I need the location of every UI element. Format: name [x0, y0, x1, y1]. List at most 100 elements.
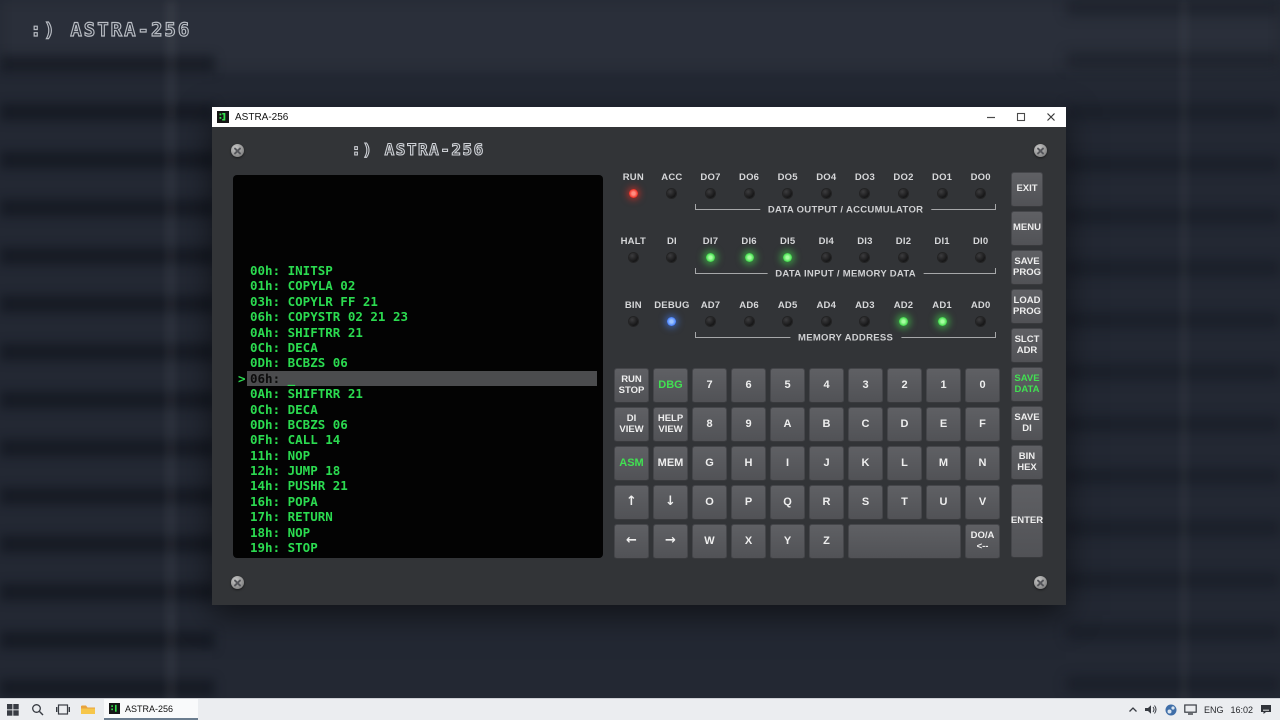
key-asm[interactable]: ASM: [614, 446, 649, 481]
maximize-icon: [1016, 112, 1026, 122]
minimize-button[interactable]: [976, 107, 1006, 127]
led-label-di6: DI6: [741, 236, 757, 247]
key-z[interactable]: Z: [809, 524, 844, 559]
key-w[interactable]: W: [692, 524, 727, 559]
window-titlebar[interactable]: ASTRA-256: [212, 107, 1066, 127]
led-cell-ad3: [846, 313, 885, 329]
key-j[interactable]: J: [809, 446, 844, 481]
key-arrow-up[interactable]: ↑: [614, 485, 649, 520]
tray-volume-icon[interactable]: [1144, 704, 1158, 715]
tray-chevron-up-icon[interactable]: [1128, 706, 1138, 714]
led-label-di3: DI3: [857, 236, 873, 247]
notification-center-icon[interactable]: [1260, 704, 1272, 715]
led-indicator: [976, 316, 986, 326]
key-y[interactable]: Y: [770, 524, 805, 559]
key-space[interactable]: [848, 524, 961, 559]
key-n[interactable]: N: [965, 446, 1000, 481]
key-v[interactable]: V: [965, 485, 1000, 520]
exit-button[interactable]: EXIT: [1011, 172, 1043, 207]
led-label-acc: ACC: [661, 172, 683, 183]
save-prog-button[interactable]: SAVE PROG: [1011, 250, 1043, 285]
key-a[interactable]: A: [770, 407, 805, 442]
key-x[interactable]: X: [731, 524, 766, 559]
key-e[interactable]: E: [926, 407, 961, 442]
bracket-label: MEMORY ADDRESS: [789, 332, 902, 344]
led-label-debug: DEBUG: [654, 300, 690, 311]
tray-app-circle-icon[interactable]: [1165, 704, 1177, 716]
led-label-di0: DI0: [972, 236, 989, 247]
key-arrow-right[interactable]: →: [653, 524, 688, 559]
save-di-button[interactable]: SAVE DI: [1011, 406, 1043, 441]
key-6[interactable]: 6: [731, 368, 766, 403]
key-mem[interactable]: MEM: [653, 446, 688, 481]
key-k[interactable]: K: [848, 446, 883, 481]
led-cell-do7: [691, 185, 730, 201]
key-5[interactable]: 5: [770, 368, 805, 403]
slct-adr-button[interactable]: SLCT ADR: [1011, 328, 1043, 363]
led-label-ad6: AD6: [739, 300, 759, 311]
bank-output-accumulator: RUN ACC DO7 DO6 DO5 DO4 DO3 DO2 DO1 DO0 DATA OUTPU…: [614, 172, 1000, 216]
key-i[interactable]: I: [770, 446, 805, 481]
key-q[interactable]: Q: [770, 485, 805, 520]
load-prog-button[interactable]: LOAD PROG: [1011, 289, 1043, 324]
key-p[interactable]: P: [731, 485, 766, 520]
key-h[interactable]: H: [731, 446, 766, 481]
led-cell-di0: [961, 249, 1000, 265]
task-view-button[interactable]: [50, 699, 75, 720]
key-8[interactable]: 8: [692, 407, 727, 442]
led-label-bin: BIN: [624, 300, 642, 311]
key-do-a[interactable]: DO/A <--: [965, 524, 1000, 559]
key-7[interactable]: 7: [692, 368, 727, 403]
key-l[interactable]: L: [887, 446, 922, 481]
tray-language[interactable]: ENG: [1204, 705, 1224, 715]
key-4[interactable]: 4: [809, 368, 844, 403]
key-dbg[interactable]: DBG: [653, 368, 688, 403]
key-m[interactable]: M: [926, 446, 961, 481]
save-data-button[interactable]: SAVE DATA: [1011, 367, 1043, 402]
terminal-line: 17h: RETURN: [250, 509, 333, 525]
start-button[interactable]: [0, 699, 25, 720]
key-s[interactable]: S: [848, 485, 883, 520]
led-cell-ad2: [884, 313, 923, 329]
led-indicator: [937, 252, 947, 262]
key-3[interactable]: 3: [848, 368, 883, 403]
menu-button[interactable]: MENU: [1011, 211, 1043, 246]
close-button[interactable]: [1036, 107, 1066, 127]
key-f[interactable]: F: [965, 407, 1000, 442]
key-g[interactable]: G: [692, 446, 727, 481]
terminal-screen: 00h: INITSP 01h: COPYLA 02 03h: COPYLR FF …: [233, 175, 603, 558]
header-logo-text: :) ASTRA-256: [351, 140, 485, 159]
key-2[interactable]: 2: [887, 368, 922, 403]
key-run-stop[interactable]: RUN STOP: [614, 368, 649, 403]
key-arrow-left[interactable]: ←: [614, 524, 649, 559]
maximize-button[interactable]: [1006, 107, 1036, 127]
key-arrow-down[interactable]: ↓: [653, 485, 688, 520]
key-1[interactable]: 1: [926, 368, 961, 403]
led-cell-do4: [807, 185, 846, 201]
key-c[interactable]: C: [848, 407, 883, 442]
key-0[interactable]: 0: [965, 368, 1000, 403]
file-explorer-button[interactable]: [75, 699, 100, 720]
group-bracket: DATA OUTPUT / ACCUMULATOR: [695, 204, 996, 216]
key-9[interactable]: 9: [731, 407, 766, 442]
key-b[interactable]: B: [809, 407, 844, 442]
taskbar-app-astra[interactable]: ASTRA-256: [104, 699, 198, 720]
key-o[interactable]: O: [692, 485, 727, 520]
key-u[interactable]: U: [926, 485, 961, 520]
led-label-run: RUN: [622, 172, 644, 183]
led-cell-ad5: [768, 313, 807, 329]
tray-network-icon[interactable]: [1184, 704, 1197, 715]
key-di-view[interactable]: DI VIEW: [614, 407, 649, 442]
key-t[interactable]: T: [887, 485, 922, 520]
bank-input-memory-data: HALT DI DI7 DI6 DI5 DI4 DI3 DI2 DI1 DI0 DATA INPUT…: [614, 236, 1000, 280]
enter-button[interactable]: ENTER: [1011, 484, 1043, 558]
led-label-di: DI: [666, 236, 677, 247]
key-r[interactable]: R: [809, 485, 844, 520]
key-d[interactable]: D: [887, 407, 922, 442]
terminal-line: 0Ch: DECA: [250, 339, 318, 355]
bin-hex-button[interactable]: BIN HEX: [1011, 445, 1043, 480]
tray-clock[interactable]: 16:02: [1230, 705, 1253, 715]
led-indicator: [783, 188, 793, 198]
key-help-view[interactable]: HELP VIEW: [653, 407, 688, 442]
search-button[interactable]: [25, 699, 50, 720]
